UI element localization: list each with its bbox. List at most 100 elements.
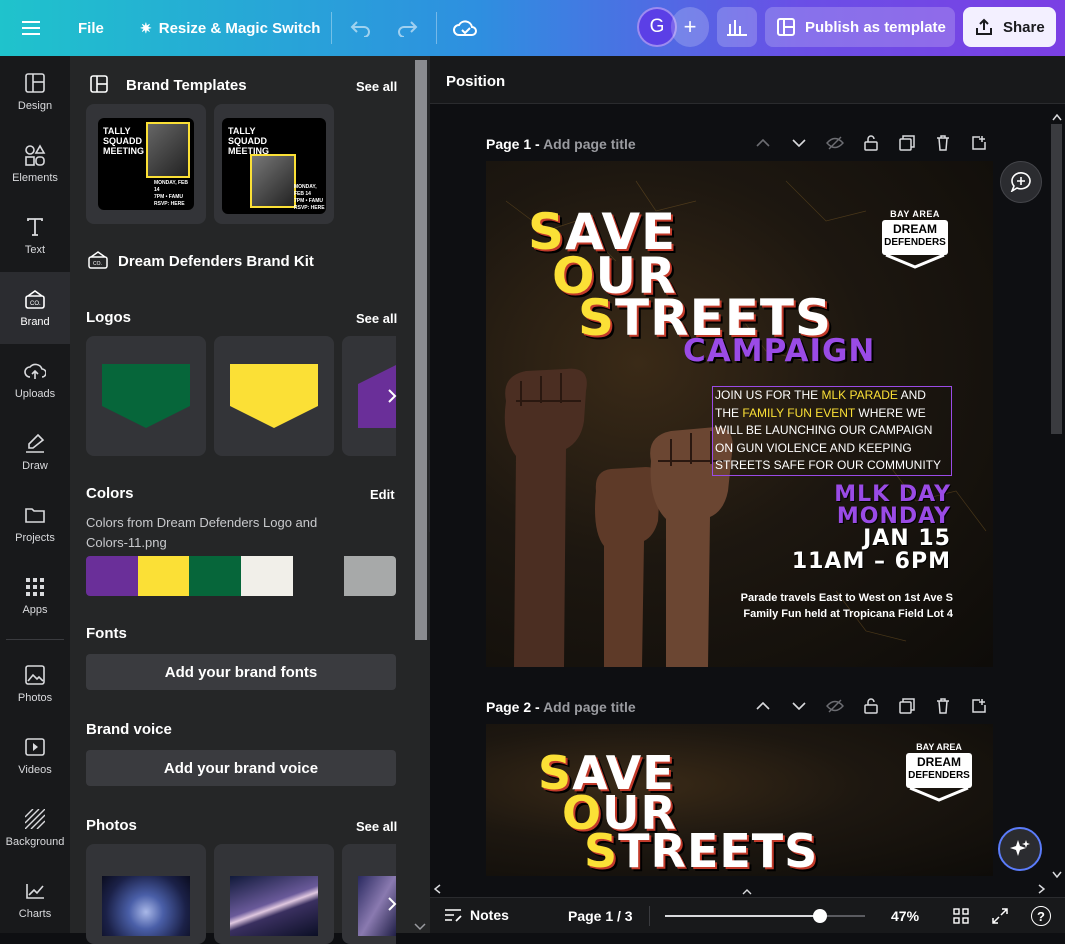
rail-item-elements[interactable]: Elements [0, 128, 70, 200]
rail-label: Uploads [14, 388, 56, 400]
logos-next-chevron-icon[interactable] [378, 382, 406, 410]
see-all-logos-link[interactable]: See all [356, 311, 397, 326]
page-counter[interactable]: Page 1 / 3 [568, 908, 633, 924]
logo-card-yellow[interactable] [214, 336, 334, 456]
rail-label: Brand [20, 316, 50, 328]
see-all-templates-link[interactable]: See all [356, 79, 397, 94]
rail-item-design[interactable]: Design [0, 56, 70, 128]
brand-template-card[interactable]: TALLY SQUADD MEETING MONDAY, FEB 14 7PM • F… [86, 104, 206, 224]
publish-as-template-button[interactable]: Publish as template [765, 7, 955, 47]
rail-item-uploads[interactable]: Uploads [0, 344, 70, 416]
notes-button[interactable]: Notes [444, 907, 509, 923]
date-label: JAN 15 [863, 526, 951, 551]
panel-scroll-down-icon[interactable] [414, 918, 426, 936]
template-thumbnail: TALLY SQUADD MEETING MONDAY, FEB 14 7PM • F… [222, 118, 326, 214]
brand-photo-card[interactable] [86, 844, 206, 944]
move-page-up-icon[interactable] [745, 695, 781, 717]
route-info: Parade travels East to West on 1st Ave S… [740, 592, 953, 620]
color-swatch[interactable] [292, 556, 345, 596]
color-swatch[interactable] [344, 556, 396, 596]
move-page-up-icon[interactable] [745, 132, 781, 154]
notes-label: Notes [470, 907, 509, 923]
insights-chart-icon[interactable] [717, 7, 757, 47]
layout-icon [24, 72, 46, 94]
lock-page-icon[interactable] [853, 132, 889, 154]
move-page-down-icon[interactable] [781, 132, 817, 154]
color-swatch[interactable] [137, 556, 190, 596]
move-page-down-icon[interactable] [781, 695, 817, 717]
help-icon[interactable]: ? [1031, 906, 1051, 926]
add-comment-icon[interactable] [1000, 161, 1042, 203]
rail-item-charts[interactable]: Charts [0, 864, 70, 936]
position-button[interactable]: Position [446, 73, 505, 90]
panel-scroll-thumb[interactable] [415, 60, 427, 640]
page-2-design[interactable]: SAVE OUR STREETS BAY AREA DREAM DEFENDERS [486, 724, 993, 876]
grid-view-icon[interactable] [953, 908, 969, 929]
photos-next-chevron-icon[interactable] [378, 890, 406, 918]
resize-magic-switch-button[interactable]: ✷ Resize & Magic Switch [140, 0, 320, 56]
colors-edit-link[interactable]: Edit [370, 487, 395, 502]
share-button[interactable]: Share [963, 7, 1056, 47]
milky-way-photo [230, 876, 318, 936]
page-title-input[interactable]: Add page title [543, 136, 636, 152]
see-all-photos-link[interactable]: See all [356, 819, 397, 834]
undo-icon[interactable] [350, 0, 372, 56]
rail-item-videos[interactable]: Videos [0, 720, 70, 792]
delete-page-icon[interactable] [925, 695, 961, 717]
pen-icon [24, 432, 46, 454]
vertical-scroll-thumb[interactable] [1051, 124, 1062, 434]
hide-page-icon[interactable] [817, 132, 853, 154]
headline-campaign: CAMPAIGN [683, 333, 876, 369]
color-swatch[interactable] [189, 556, 242, 596]
brand-template-card[interactable]: TALLY SQUADD MEETING MONDAY, FEB 14 7PM • F… [214, 104, 334, 224]
colors-source-label: Colors from Dream Defenders Logo and Col… [86, 515, 318, 550]
galaxy-photo [102, 876, 190, 936]
scroll-down-icon[interactable] [1052, 865, 1062, 883]
lock-page-icon[interactable] [853, 695, 889, 717]
rail-label: Charts [18, 908, 52, 920]
add-brand-fonts-button[interactable]: Add your brand fonts [86, 654, 396, 690]
rail-item-text[interactable]: Text [0, 200, 70, 272]
rail-item-draw[interactable]: Draw [0, 416, 70, 488]
color-swatch[interactable] [86, 556, 138, 596]
resize-label: Resize & Magic Switch [158, 19, 321, 37]
template-icon [777, 18, 795, 36]
rail-label: Photos [17, 692, 53, 704]
magic-assistant-sparkle-icon[interactable] [998, 827, 1042, 871]
brand-photo-card[interactable] [214, 844, 334, 944]
zoom-slider-handle[interactable] [813, 909, 827, 923]
campaign-blurb-textbox[interactable]: JOIN US FOR THE MLK PARADE AND THE FAMIL… [712, 386, 952, 476]
add-page-icon[interactable] [961, 132, 997, 154]
file-menu-button[interactable]: File [78, 0, 104, 56]
fullscreen-icon[interactable] [992, 908, 1008, 929]
duplicate-page-icon[interactable] [889, 695, 925, 717]
cloud-saved-icon[interactable] [452, 0, 478, 56]
redo-icon[interactable] [396, 0, 418, 56]
canvas-horizontal-scrollbar[interactable] [430, 876, 1048, 897]
add-collaborator-icon[interactable]: + [671, 7, 709, 47]
rail-item-photos[interactable]: Photos [0, 648, 70, 720]
chart-icon [24, 880, 46, 902]
menu-icon[interactable] [22, 0, 46, 56]
rail-item-brand[interactable]: CO. Brand [0, 272, 70, 344]
canvas-vertical-scrollbar[interactable] [1048, 104, 1065, 880]
duplicate-page-icon[interactable] [889, 132, 925, 154]
brand-kit-title[interactable]: Dream Defenders Brand Kit [118, 253, 314, 270]
hide-page-icon[interactable] [817, 695, 853, 717]
zoom-level[interactable]: 47% [891, 908, 919, 924]
expand-pages-chevron-icon[interactable] [740, 886, 754, 898]
delete-page-icon[interactable] [925, 132, 961, 154]
rail-item-apps[interactable]: Apps [0, 560, 70, 632]
rail-item-background[interactable]: Background [0, 792, 70, 864]
rail-item-projects[interactable]: Projects [0, 488, 70, 560]
page-title-input[interactable]: Add page title [543, 699, 636, 715]
color-swatch[interactable] [241, 556, 293, 596]
fonts-title: Fonts [86, 625, 127, 642]
page-2-tools [745, 695, 997, 717]
logo-card-green[interactable] [86, 336, 206, 456]
add-brand-voice-button[interactable]: Add your brand voice [86, 750, 396, 786]
dream-defenders-logo: BAY AREA DREAM DEFENDERS [906, 742, 972, 807]
page-1-design[interactable]: SAVE OUR STREETS CAMPAIGN BAY AREA DREAM… [486, 161, 993, 667]
text-icon [24, 216, 46, 238]
add-page-icon[interactable] [961, 695, 997, 717]
